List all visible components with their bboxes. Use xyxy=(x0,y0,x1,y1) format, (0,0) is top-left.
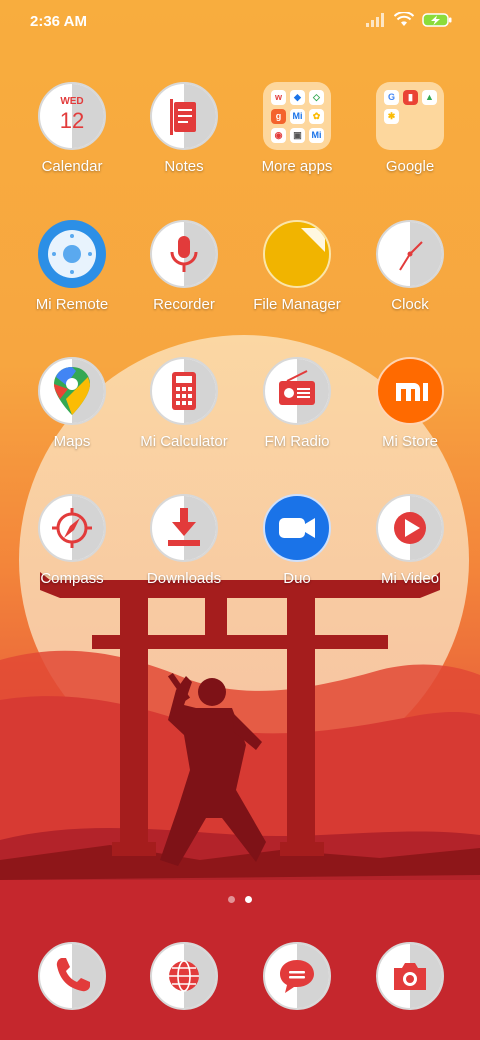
drive-icon: ▲ xyxy=(422,90,437,105)
signal-icon xyxy=(366,12,384,27)
status-time: 2:36 AM xyxy=(30,13,87,30)
radio-icon xyxy=(263,357,331,425)
folder-more-apps[interactable]: w ◆ ◇ g Mi ✿ ◉ ▣ Mi More apps xyxy=(237,82,357,175)
app-label: Calendar xyxy=(41,158,103,175)
dock-browser[interactable] xyxy=(124,942,244,1010)
video-call-icon xyxy=(263,494,331,562)
app-mini-icon: ▣ xyxy=(290,128,305,143)
app-mini-icon: ◇ xyxy=(309,90,324,105)
mi-logo-icon xyxy=(376,357,444,425)
download-icon xyxy=(150,494,218,562)
app-label: Mi Video xyxy=(380,570,440,587)
app-duo[interactable]: Duo xyxy=(237,494,357,587)
app-downloads[interactable]: Downloads xyxy=(124,494,244,587)
app-mi-calculator[interactable]: Mi Calculator xyxy=(124,357,244,450)
mi-credit-icon: Mi xyxy=(290,109,305,124)
app-fm-radio[interactable]: FM Radio xyxy=(237,357,357,450)
app-label: Mi Calculator xyxy=(140,433,228,450)
status-icons xyxy=(366,12,452,27)
weibo-icon: w xyxy=(271,90,286,105)
app-label: Mi Store xyxy=(382,433,438,450)
app-maps[interactable]: Maps xyxy=(12,357,132,450)
folder-icon: w ◆ ◇ g Mi ✿ ◉ ▣ Mi xyxy=(263,82,331,150)
status-bar: 2:36 AM xyxy=(0,0,480,44)
app-label: Compass xyxy=(40,570,104,587)
remote-icon xyxy=(38,220,106,288)
app-notes[interactable]: Notes xyxy=(124,82,244,175)
folder-label: More apps xyxy=(261,158,333,175)
camera-icon xyxy=(376,942,444,1010)
app-mini-icon: g xyxy=(271,109,286,124)
app-label: Downloads xyxy=(146,570,222,587)
chrome-icon: ◉ xyxy=(271,128,286,143)
calculator-icon xyxy=(150,357,218,425)
microphone-icon xyxy=(150,220,218,288)
app-label: Duo xyxy=(283,570,311,587)
calendar-date: 12 xyxy=(59,108,85,133)
app-mini-icon: ✿ xyxy=(309,109,324,124)
mi-pay-icon: Mi xyxy=(309,128,324,143)
app-mi-video[interactable]: Mi Video xyxy=(350,494,470,587)
calendar-icon: WED 12 xyxy=(38,82,106,150)
folder-label: Google xyxy=(385,158,435,175)
dock-camera[interactable] xyxy=(350,942,470,1010)
clock-icon xyxy=(376,220,444,288)
battery-charging-icon xyxy=(422,12,452,27)
phone-icon xyxy=(38,942,106,1010)
app-label: File Manager xyxy=(253,296,341,313)
dock-messages[interactable] xyxy=(237,942,357,1010)
app-label: Notes xyxy=(164,158,204,175)
notes-icon xyxy=(150,82,218,150)
messages-icon xyxy=(263,942,331,1010)
play-icon xyxy=(376,494,444,562)
app-mi-store[interactable]: Mi Store xyxy=(350,357,470,450)
app-label: FM Radio xyxy=(264,433,330,450)
app-mini-icon: ▮ xyxy=(403,90,418,105)
maps-pin-icon xyxy=(38,357,106,425)
browser-icon xyxy=(150,942,218,1010)
folder-icon: G ▮ ▲ ✱ xyxy=(376,82,444,150)
wifi-icon xyxy=(394,12,414,26)
app-recorder[interactable]: Recorder xyxy=(124,220,244,313)
page-indicator[interactable] xyxy=(0,896,480,903)
folder-file-icon xyxy=(263,220,331,288)
app-clock[interactable]: Clock xyxy=(350,220,470,313)
compass-icon xyxy=(38,494,106,562)
calendar-day: WED xyxy=(60,96,84,107)
page-dot-active[interactable] xyxy=(245,896,252,903)
app-compass[interactable]: Compass xyxy=(12,494,132,587)
app-file-manager[interactable]: File Manager xyxy=(237,220,357,313)
dock-phone[interactable] xyxy=(12,942,132,1010)
page-dot[interactable] xyxy=(228,896,235,903)
photos-icon: ✱ xyxy=(384,109,399,124)
app-label: Mi Remote xyxy=(35,296,109,313)
app-label: Recorder xyxy=(153,296,215,313)
folder-google[interactable]: G ▮ ▲ ✱ Google xyxy=(350,82,470,175)
google-icon: G xyxy=(384,90,399,105)
app-label: Maps xyxy=(53,433,91,450)
app-mini-icon: ◆ xyxy=(290,90,305,105)
app-mi-remote[interactable]: Mi Remote xyxy=(12,220,132,313)
app-label: Clock xyxy=(391,296,429,313)
app-calendar[interactable]: WED 12 Calendar xyxy=(12,82,132,175)
